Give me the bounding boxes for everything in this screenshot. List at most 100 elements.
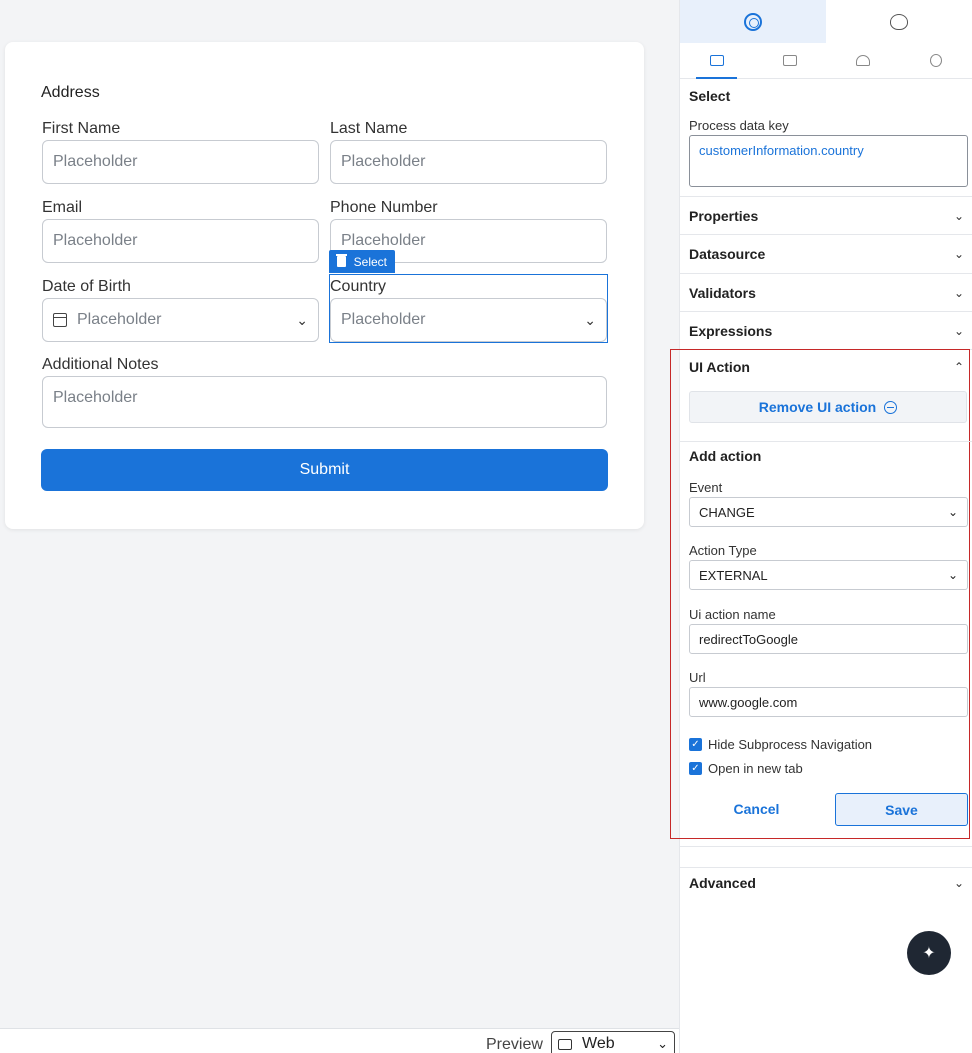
placeholder: Placeholder	[341, 232, 426, 249]
add-action-title: Add action	[689, 448, 762, 464]
preview-platform-select[interactable]: Web ⌄	[551, 1031, 675, 1053]
section-expressions[interactable]: Expressions ⌄	[680, 312, 972, 350]
phone-label: Phone Number	[330, 199, 438, 216]
apple-icon	[929, 54, 942, 67]
ui-action-name-label: Ui action name	[689, 607, 776, 622]
tab-platform-android[interactable]	[826, 43, 899, 78]
android-icon	[855, 55, 870, 66]
section-ui-action-label: UI Action	[689, 359, 750, 375]
first-name-field: First Name Placeholder	[42, 118, 319, 184]
last-name-label: Last Name	[330, 120, 408, 137]
ui-action-name-input[interactable]: redirectToGoogle	[689, 624, 968, 654]
preview-platform-value: Web	[582, 1035, 615, 1052]
open-in-new-tab-label: Open in new tab	[708, 761, 803, 776]
section-ui-action[interactable]: UI Action ⌃	[680, 350, 972, 384]
cancel-button[interactable]: Cancel	[689, 793, 824, 825]
placeholder: Placeholder	[341, 311, 426, 328]
checkmark-icon: ✓	[689, 738, 702, 751]
tab-platform-all[interactable]	[680, 43, 753, 79]
url-label: Url	[689, 670, 706, 685]
section-properties-label: Properties	[689, 207, 759, 224]
tab-settings[interactable]	[680, 0, 826, 43]
section-validators-label: Validators	[689, 284, 756, 301]
last-name-field: Last Name Placeholder	[330, 118, 607, 184]
platform-tabs	[680, 43, 972, 79]
form-title: Address	[41, 84, 100, 101]
ui-action-name-value: redirectToGoogle	[699, 631, 798, 647]
placeholder: Placeholder	[53, 153, 138, 170]
country-select[interactable]: Placeholder ⌄	[330, 298, 607, 342]
remove-ui-action-button[interactable]: Remove UI action	[689, 391, 967, 423]
section-advanced-label: Advanced	[689, 874, 756, 891]
section-advanced[interactable]: Advanced ⌄	[680, 867, 972, 897]
ai-assistant-button[interactable]: ✦	[907, 931, 951, 975]
event-select[interactable]: CHANGE ⌄	[689, 497, 968, 527]
calendar-icon	[53, 313, 67, 327]
sparkle-icon: ✦	[922, 945, 936, 962]
submit-button[interactable]: Submit	[41, 449, 608, 491]
divider	[680, 846, 972, 847]
save-button[interactable]: Save	[835, 793, 968, 826]
notes-field: Additional Notes Placeholder	[42, 354, 607, 428]
chevron-down-icon: ⌄	[953, 247, 964, 261]
notes-label: Additional Notes	[42, 356, 159, 373]
section-properties[interactable]: Properties ⌄	[680, 196, 972, 235]
hide-subprocess-navigation-label: Hide Subprocess Navigation	[708, 737, 873, 752]
section-validators[interactable]: Validators ⌄	[680, 274, 972, 312]
process-data-key-label: Process data key	[689, 118, 789, 133]
event-label: Event	[689, 480, 723, 495]
placeholder: Placeholder	[53, 389, 138, 406]
checkmark-icon: ✓	[689, 762, 702, 775]
chevron-down-icon: ⌄	[953, 285, 964, 300]
section-expressions-label: Expressions	[689, 322, 773, 339]
component-type-title: Select	[689, 88, 731, 104]
chevron-down-icon: ⌄	[657, 1036, 668, 1051]
monitor-icon	[558, 1038, 572, 1050]
gear-icon	[744, 12, 762, 31]
chevron-down-icon: ⌄	[584, 311, 596, 328]
process-data-key-input[interactable]: customerInformation.country	[689, 135, 968, 187]
placeholder: Placeholder	[341, 153, 426, 170]
preview-label: Preview	[486, 1036, 543, 1053]
minus-circle-icon	[884, 400, 898, 414]
dob-input[interactable]: Placeholder ⌄	[42, 298, 319, 342]
devices-icon	[709, 55, 724, 66]
panel-tabs	[680, 0, 972, 43]
email-label: Email	[42, 199, 83, 216]
dob-field: Date of Birth Placeholder ⌄	[42, 276, 319, 342]
notes-textarea[interactable]: Placeholder	[42, 376, 607, 428]
email-field: Email Placeholder	[42, 197, 319, 263]
selected-component-tag[interactable]: Select	[329, 250, 395, 273]
country-label: Country	[330, 278, 387, 295]
last-name-input[interactable]: Placeholder	[330, 140, 607, 184]
tab-platform-ios[interactable]	[899, 43, 972, 78]
form-card: Address First Name Placeholder Last Name…	[5, 42, 644, 529]
tab-styles[interactable]	[826, 0, 972, 43]
first-name-label: First Name	[42, 120, 121, 137]
first-name-input[interactable]: Placeholder	[42, 140, 319, 184]
form-canvas: Address First Name Placeholder Last Name…	[0, 0, 679, 1053]
chevron-down-icon: ⌄	[947, 505, 958, 519]
chevron-down-icon: ⌄	[953, 323, 964, 338]
trash-icon[interactable]	[336, 254, 347, 267]
open-in-new-tab-checkbox[interactable]: ✓ Open in new tab	[689, 761, 803, 776]
dob-label: Date of Birth	[42, 278, 131, 295]
chevron-down-icon: ⌄	[296, 311, 308, 328]
action-type-select[interactable]: EXTERNAL ⌄	[689, 560, 968, 590]
section-datasource-label: Datasource	[689, 246, 766, 262]
hide-subprocess-navigation-checkbox[interactable]: ✓ Hide Subprocess Navigation	[689, 737, 872, 752]
placeholder: Placeholder	[53, 232, 138, 249]
tab-platform-web[interactable]	[753, 43, 826, 78]
placeholder: Placeholder	[77, 311, 162, 328]
palette-icon	[890, 13, 908, 30]
divider	[680, 441, 972, 442]
country-field[interactable]: Country Placeholder ⌄	[330, 276, 607, 342]
url-input[interactable]: www.google.com	[689, 687, 968, 717]
selected-component-label: Select	[353, 254, 387, 269]
remove-ui-action-label: Remove UI action	[758, 399, 877, 415]
monitor-icon	[782, 55, 797, 66]
chevron-down-icon: ⌄	[947, 568, 958, 582]
email-input[interactable]: Placeholder	[42, 219, 319, 263]
chevron-down-icon: ⌄	[953, 875, 964, 890]
section-datasource[interactable]: Datasource ⌄	[680, 235, 972, 274]
